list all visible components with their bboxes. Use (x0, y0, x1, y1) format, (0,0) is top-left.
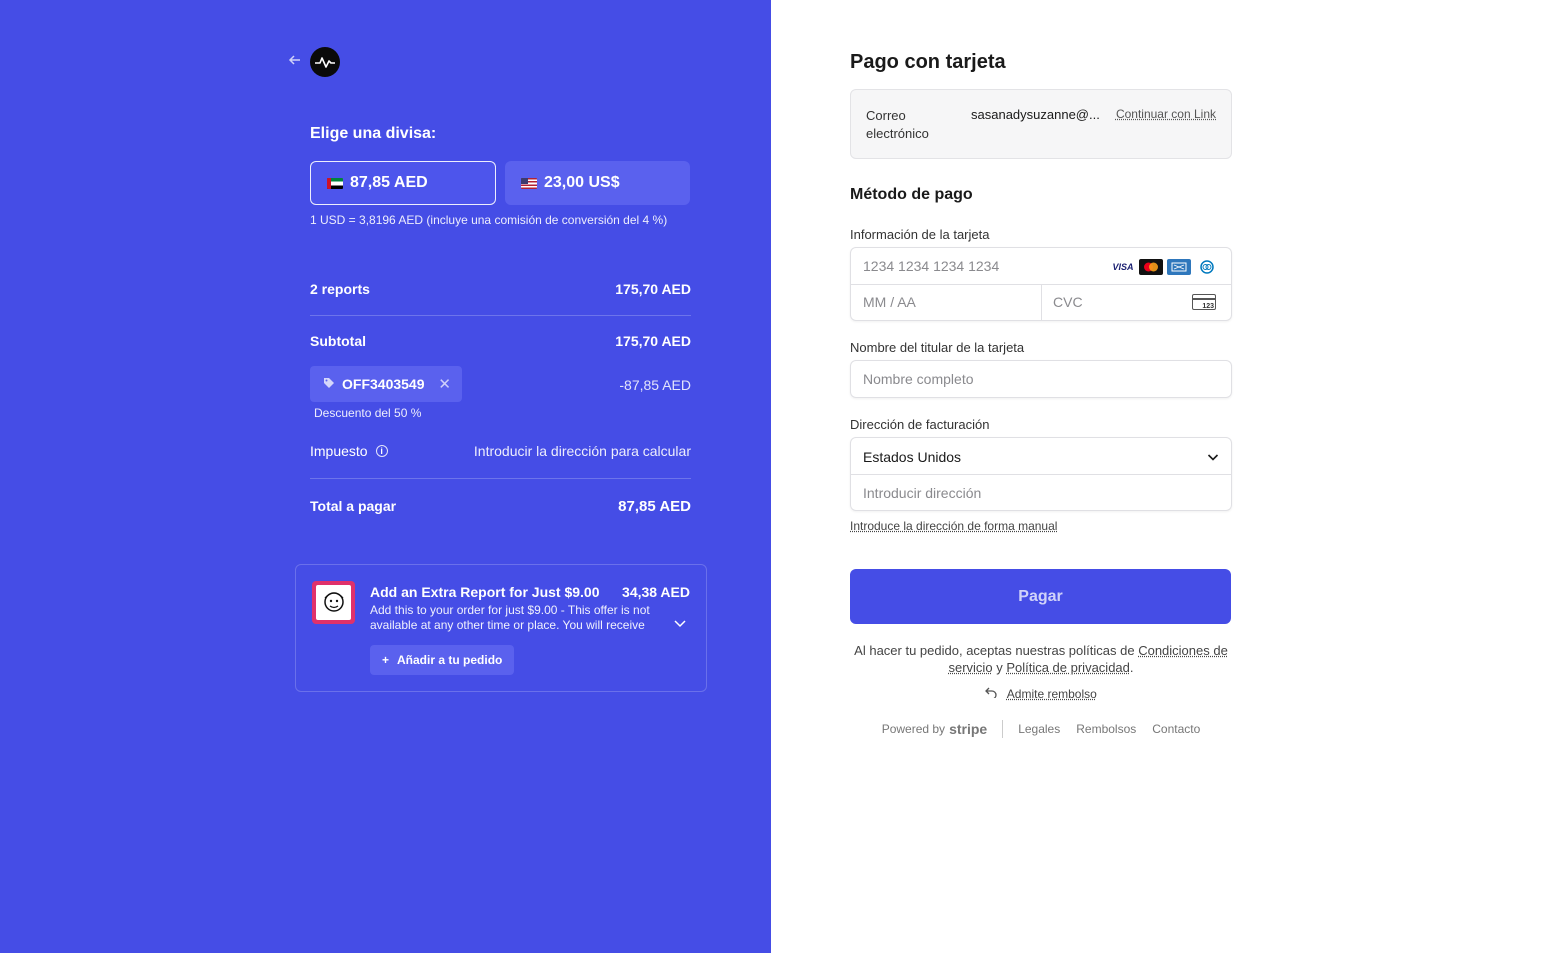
currency-option-label: 87,85 AED (350, 174, 428, 191)
chevron-down-icon[interactable] (1207, 450, 1219, 462)
coupon-code: OFF3403549 (342, 376, 425, 392)
manual-address-link[interactable]: Introduce la dirección de forma manual (850, 519, 1057, 533)
privacy-policy-link[interactable]: Política de privacidad (1006, 660, 1130, 675)
upsell-description: Add this to your order for just $9.00 - … (370, 603, 650, 632)
mastercard-icon (1139, 259, 1163, 275)
terms-text: Al hacer tu pedido, aceptas nuestras pol… (854, 643, 1228, 675)
brand-logo-icon (310, 47, 340, 77)
currency-option-usd[interactable]: 23,00 US$ (505, 161, 690, 205)
subtotal-label: Subtotal (310, 333, 366, 349)
conversion-rate-note: 1 USD = 3,8196 AED (incluye una comisión… (310, 213, 668, 227)
tax-label-text: Impuesto (310, 443, 368, 459)
currency-option-label: 23,00 US$ (544, 174, 620, 191)
divider (1041, 284, 1042, 321)
add-to-order-button[interactable]: + Añadir a tu pedido (370, 645, 515, 675)
tag-icon (323, 377, 335, 392)
total-label: Total a pagar (310, 498, 397, 514)
undo-arrow-icon (985, 686, 1001, 701)
terms-and: y (996, 660, 1003, 675)
payment-method-title: Método de pago (850, 186, 973, 203)
subtotal-value: 175,70 AED (615, 333, 691, 349)
total-value: 87,85 AED (618, 498, 691, 515)
footer-link-refunds[interactable]: Rembolsos (1076, 722, 1136, 736)
continue-with-link-button[interactable]: Continuar con Link (1116, 107, 1216, 121)
terms-prefix: Al hacer tu pedido, aceptas nuestras pol… (854, 643, 1135, 658)
info-icon[interactable]: i (375, 445, 388, 457)
remove-coupon-close-icon[interactable]: ✕ (438, 375, 451, 393)
order-summary-panel: Elige una divisa: 87,85 AED 23,00 US$ 1 … (0, 0, 771, 953)
payment-panel: Pago con tarjeta Correo electrónico sasa… (771, 0, 1541, 953)
card-input-group: 1234 1234 1234 1234 VISA MM / AA CVC 123 (850, 247, 1232, 321)
face-icon (316, 585, 351, 620)
tax-label: Impuesto i (310, 443, 388, 459)
divider (310, 315, 691, 316)
diners-icon (1195, 259, 1219, 275)
cardholder-name-input[interactable]: Nombre completo (850, 360, 1232, 398)
us-flag-icon (521, 177, 537, 189)
upsell-product-image (312, 581, 355, 624)
currency-option-aed[interactable]: 87,85 AED (310, 161, 496, 205)
card-number-input[interactable]: 1234 1234 1234 1234 (863, 258, 999, 274)
line-item: 2 reports 175,70 AED (310, 281, 691, 297)
card-brands: VISA (1111, 259, 1219, 275)
coupon-chip: OFF3403549 ✕ (310, 366, 462, 402)
tax-value: Introducir la dirección para calcular (473, 443, 691, 459)
country-select[interactable]: Estados Unidos (863, 449, 961, 465)
line-item-value: 175,70 AED (615, 281, 691, 297)
discount-note: Descuento del 50 % (314, 406, 422, 420)
pay-button[interactable]: Pagar (850, 569, 1231, 624)
cvc-icon-text: 123 (1202, 303, 1214, 310)
amex-icon (1167, 259, 1191, 275)
footer: Powered by stripe Legales Rembolsos Cont… (850, 720, 1232, 738)
ae-flag-icon (327, 177, 343, 189)
discount-value: -87,85 AED (619, 377, 691, 393)
powered-by-label: Powered by (881, 722, 946, 736)
stripe-logo[interactable]: stripe (949, 721, 987, 737)
footer-link-legal[interactable]: Legales (1018, 722, 1060, 736)
divider (310, 478, 691, 479)
cvc-input[interactable]: CVC (1053, 294, 1083, 310)
back-arrow-icon[interactable] (288, 53, 304, 69)
email-value: sasanadysuzanne@... (971, 107, 1100, 122)
divider (1002, 720, 1004, 738)
refund-info: Admite rembolso (850, 686, 1232, 701)
cvc-card-icon: 123 (1192, 294, 1216, 310)
expiry-input[interactable]: MM / AA (863, 294, 916, 310)
chevron-down-icon[interactable] (674, 617, 686, 631)
billing-address-group: Estados Unidos Introducir dirección (850, 437, 1232, 511)
address-input[interactable]: Introducir dirección (863, 485, 981, 501)
refund-link[interactable]: Admite rembolso (1007, 687, 1097, 701)
cardholder-label: Nombre del titular de la tarjeta (850, 340, 1025, 355)
email-box: Correo electrónico sasanadysuzanne@... C… (850, 89, 1232, 159)
upsell-title: Add an Extra Report for Just $9.00 (370, 584, 600, 600)
upsell-price: 34,38 AED (622, 584, 690, 600)
currency-title: Elige una divisa: (310, 125, 437, 142)
subtotal-row: Subtotal 175,70 AED (310, 333, 691, 349)
card-info-label: Información de la tarjeta (850, 227, 990, 242)
page-title: Pago con tarjeta (850, 51, 1006, 73)
visa-icon: VISA (1112, 262, 1134, 272)
line-item-label: 2 reports (310, 281, 370, 297)
footer-link-contact[interactable]: Contacto (1152, 722, 1200, 736)
total-row: Total a pagar 87,85 AED (310, 498, 691, 515)
billing-address-label: Dirección de facturación (850, 417, 990, 432)
email-label: Correo electrónico (866, 108, 929, 141)
divider (851, 474, 1231, 475)
plus-icon: + (382, 653, 390, 667)
add-to-order-label: Añadir a tu pedido (397, 653, 503, 667)
upsell-card: Add an Extra Report for Just $9.00 34,38… (295, 564, 707, 692)
